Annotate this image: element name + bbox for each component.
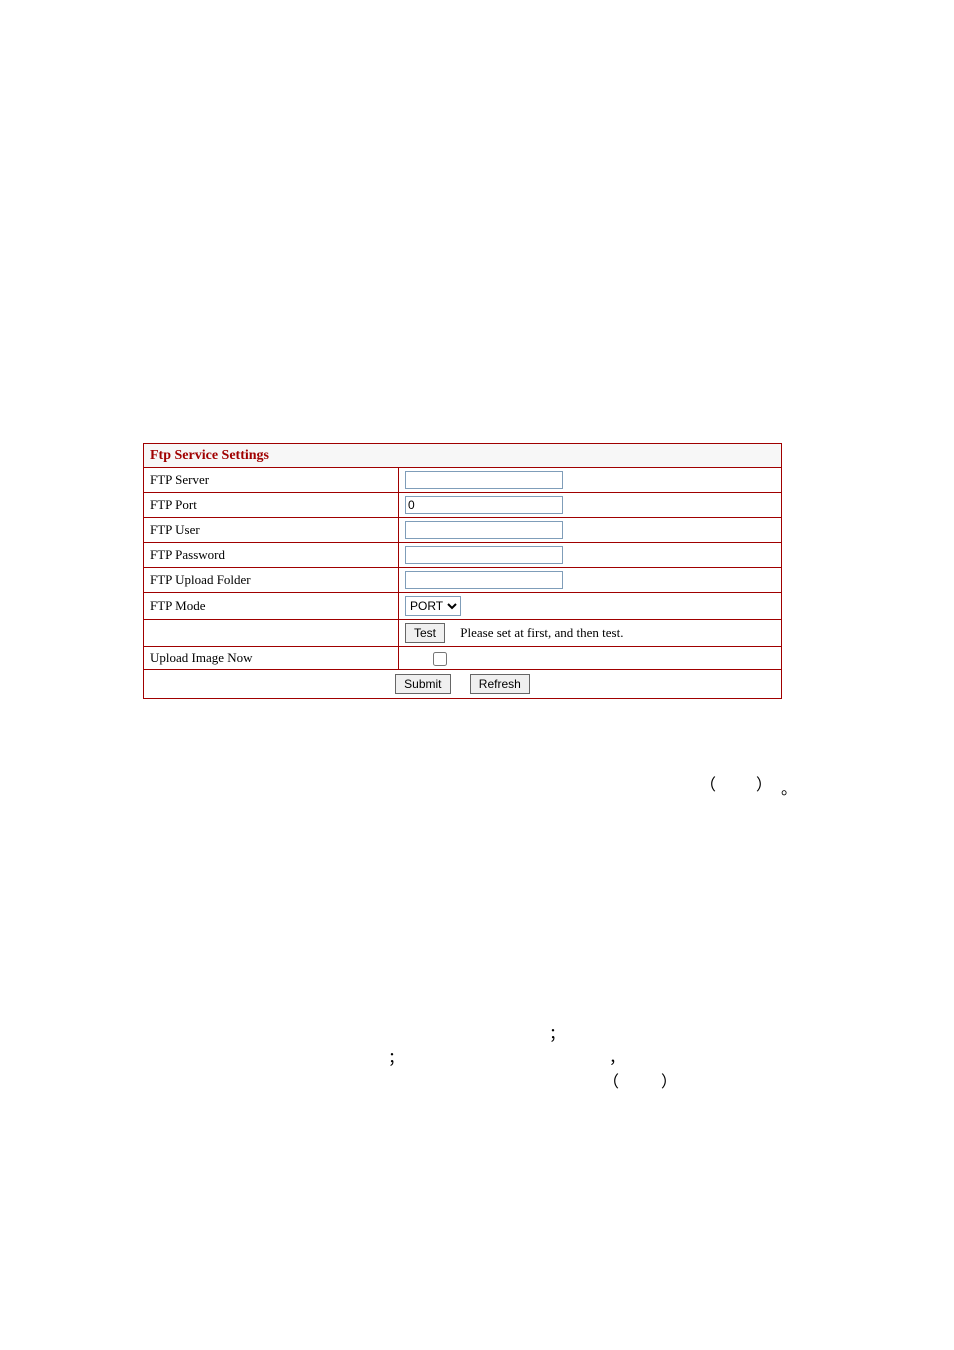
submit-button[interactable]: Submit [395, 674, 450, 694]
decorative-paren-close-2: ） [661, 1068, 677, 1092]
ftp-settings-table: Ftp Service Settings FTP Server FTP Port… [143, 443, 782, 699]
row-ftp-user: FTP User [144, 518, 782, 543]
ftp-server-input[interactable] [405, 471, 563, 489]
decorative-paren-close-1: ） [756, 771, 772, 795]
ftp-password-input[interactable] [405, 546, 563, 564]
footer-row: Submit Refresh [144, 670, 782, 699]
decorative-semicolon-1: ； [549, 1020, 565, 1044]
decorative-comma-1: ， [609, 1044, 625, 1068]
label-ftp-mode: FTP Mode [144, 593, 399, 620]
ftp-user-input[interactable] [405, 521, 563, 539]
label-ftp-user: FTP User [144, 518, 399, 543]
ftp-mode-select[interactable]: PORT [405, 596, 461, 616]
refresh-button[interactable]: Refresh [470, 674, 530, 694]
decorative-paren-open-2: （ [603, 1068, 619, 1092]
label-ftp-server: FTP Server [144, 468, 399, 493]
ftp-upload-folder-input[interactable] [405, 571, 563, 589]
row-ftp-server: FTP Server [144, 468, 782, 493]
form-title: Ftp Service Settings [150, 448, 269, 463]
test-button[interactable]: Test [405, 623, 445, 643]
label-ftp-upload-folder: FTP Upload Folder [144, 568, 399, 593]
decorative-semicolon-2: ； [388, 1044, 404, 1068]
label-ftp-port: FTP Port [144, 493, 399, 518]
header-row: Ftp Service Settings [144, 444, 782, 468]
upload-now-checkbox[interactable] [433, 652, 447, 666]
decorative-full-stop: 。 [781, 775, 797, 799]
row-ftp-mode: FTP Mode PORT [144, 593, 782, 620]
row-test: Test Please set at first, and then test. [144, 620, 782, 647]
row-ftp-password: FTP Password [144, 543, 782, 568]
row-ftp-port: FTP Port [144, 493, 782, 518]
label-test-empty [144, 620, 399, 647]
row-upload-now: Upload Image Now [144, 647, 782, 670]
row-ftp-upload-folder: FTP Upload Folder [144, 568, 782, 593]
decorative-paren-open-1: （ [700, 771, 716, 795]
label-ftp-password: FTP Password [144, 543, 399, 568]
ftp-port-input[interactable] [405, 496, 563, 514]
test-hint-text: Please set at first, and then test. [460, 625, 623, 640]
label-upload-now: Upload Image Now [144, 647, 399, 670]
